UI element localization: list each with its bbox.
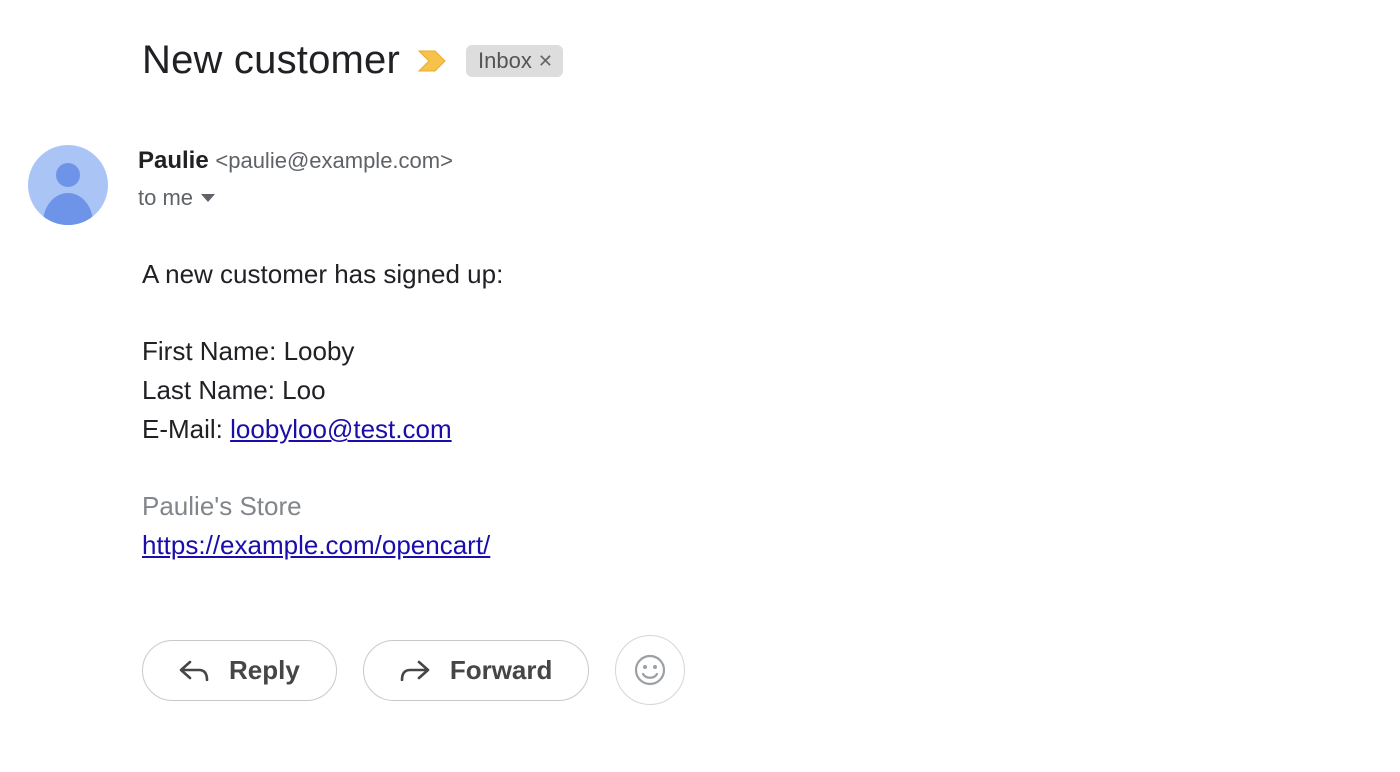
signature-store-name: Paulie's Store — [142, 487, 1400, 526]
email-label: E-Mail: — [142, 414, 230, 444]
reply-icon — [179, 659, 209, 681]
smiley-icon — [632, 652, 668, 688]
reply-label: Reply — [229, 655, 300, 686]
label-chip-inbox[interactable]: Inbox ✕ — [466, 45, 563, 77]
last-name-value: Loo — [282, 375, 325, 405]
last-name-label: Last Name: — [142, 375, 282, 405]
forward-label: Forward — [450, 655, 553, 686]
email-subject: New customer — [142, 38, 400, 83]
sender-line: Paulie <paulie@example.com> — [138, 147, 453, 175]
recipient-dropdown[interactable]: to me — [138, 185, 453, 211]
email-body: A new customer has signed up: First Name… — [142, 255, 1400, 565]
body-email: E-Mail: loobyloo@test.com — [142, 410, 1400, 449]
important-marker-icon[interactable] — [418, 49, 448, 73]
first-name-value: Looby — [284, 336, 355, 366]
body-intro: A new customer has signed up: — [142, 255, 1400, 294]
recipient-text: to me — [138, 185, 193, 211]
body-first-name: First Name: Looby — [142, 332, 1400, 371]
sender-name: Paulie — [138, 147, 209, 174]
forward-button[interactable]: Forward — [363, 640, 590, 701]
close-icon[interactable]: ✕ — [538, 52, 553, 70]
forward-icon — [400, 659, 430, 681]
reply-button[interactable]: Reply — [142, 640, 337, 701]
body-last-name: Last Name: Loo — [142, 371, 1400, 410]
avatar[interactable] — [28, 145, 108, 225]
first-name-label: First Name: — [142, 336, 284, 366]
emoji-reaction-button[interactable] — [615, 635, 685, 705]
chevron-down-icon — [201, 194, 215, 202]
signature-store-link[interactable]: https://example.com/opencart/ — [142, 530, 490, 560]
customer-email-link[interactable]: loobyloo@test.com — [230, 414, 452, 444]
sender-address: <paulie@example.com> — [215, 148, 453, 173]
label-chip-text: Inbox — [478, 48, 532, 74]
